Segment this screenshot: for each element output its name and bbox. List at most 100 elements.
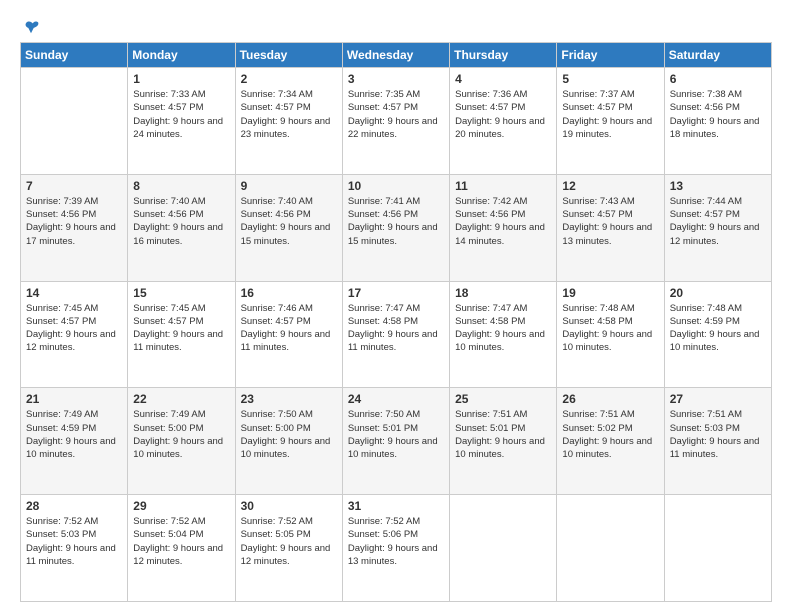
calendar-day-header: Tuesday <box>235 43 342 68</box>
day-info: Sunrise: 7:39 AMSunset: 4:56 PMDaylight:… <box>26 195 122 248</box>
day-info: Sunrise: 7:40 AMSunset: 4:56 PMDaylight:… <box>241 195 337 248</box>
calendar-day-cell: 2 Sunrise: 7:34 AMSunset: 4:57 PMDayligh… <box>235 68 342 175</box>
calendar-day-cell: 10 Sunrise: 7:41 AMSunset: 4:56 PMDaylig… <box>342 174 449 281</box>
calendar-day-cell: 15 Sunrise: 7:45 AMSunset: 4:57 PMDaylig… <box>128 281 235 388</box>
calendar-day-cell: 19 Sunrise: 7:48 AMSunset: 4:58 PMDaylig… <box>557 281 664 388</box>
day-number: 6 <box>670 72 766 86</box>
calendar-day-cell <box>21 68 128 175</box>
day-number: 24 <box>348 392 444 406</box>
day-number: 21 <box>26 392 122 406</box>
calendar-day-cell: 11 Sunrise: 7:42 AMSunset: 4:56 PMDaylig… <box>450 174 557 281</box>
day-info: Sunrise: 7:45 AMSunset: 4:57 PMDaylight:… <box>133 302 229 355</box>
day-info: Sunrise: 7:51 AMSunset: 5:02 PMDaylight:… <box>562 408 658 461</box>
day-number: 16 <box>241 286 337 300</box>
day-info: Sunrise: 7:35 AMSunset: 4:57 PMDaylight:… <box>348 88 444 141</box>
day-number: 27 <box>670 392 766 406</box>
calendar-day-header: Thursday <box>450 43 557 68</box>
calendar-day-header: Wednesday <box>342 43 449 68</box>
calendar-day-cell: 31 Sunrise: 7:52 AMSunset: 5:06 PMDaylig… <box>342 495 449 602</box>
calendar-day-cell: 24 Sunrise: 7:50 AMSunset: 5:01 PMDaylig… <box>342 388 449 495</box>
day-info: Sunrise: 7:49 AMSunset: 5:00 PMDaylight:… <box>133 408 229 461</box>
day-number: 18 <box>455 286 551 300</box>
calendar-day-cell: 4 Sunrise: 7:36 AMSunset: 4:57 PMDayligh… <box>450 68 557 175</box>
day-info: Sunrise: 7:51 AMSunset: 5:03 PMDaylight:… <box>670 408 766 461</box>
day-info: Sunrise: 7:50 AMSunset: 5:01 PMDaylight:… <box>348 408 444 461</box>
day-number: 2 <box>241 72 337 86</box>
calendar-day-cell <box>664 495 771 602</box>
day-number: 8 <box>133 179 229 193</box>
calendar-day-cell: 6 Sunrise: 7:38 AMSunset: 4:56 PMDayligh… <box>664 68 771 175</box>
day-number: 9 <box>241 179 337 193</box>
day-info: Sunrise: 7:46 AMSunset: 4:57 PMDaylight:… <box>241 302 337 355</box>
day-number: 17 <box>348 286 444 300</box>
day-number: 19 <box>562 286 658 300</box>
calendar-day-cell: 7 Sunrise: 7:39 AMSunset: 4:56 PMDayligh… <box>21 174 128 281</box>
day-number: 25 <box>455 392 551 406</box>
day-number: 4 <box>455 72 551 86</box>
calendar-day-cell: 27 Sunrise: 7:51 AMSunset: 5:03 PMDaylig… <box>664 388 771 495</box>
calendar-day-cell: 3 Sunrise: 7:35 AMSunset: 4:57 PMDayligh… <box>342 68 449 175</box>
day-number: 26 <box>562 392 658 406</box>
day-info: Sunrise: 7:41 AMSunset: 4:56 PMDaylight:… <box>348 195 444 248</box>
calendar-week-row: 28 Sunrise: 7:52 AMSunset: 5:03 PMDaylig… <box>21 495 772 602</box>
calendar-header-row: SundayMondayTuesdayWednesdayThursdayFrid… <box>21 43 772 68</box>
calendar-day-header: Friday <box>557 43 664 68</box>
calendar-day-cell: 14 Sunrise: 7:45 AMSunset: 4:57 PMDaylig… <box>21 281 128 388</box>
calendar-day-cell: 28 Sunrise: 7:52 AMSunset: 5:03 PMDaylig… <box>21 495 128 602</box>
calendar-day-cell <box>557 495 664 602</box>
day-number: 28 <box>26 499 122 513</box>
day-number: 23 <box>241 392 337 406</box>
calendar-day-cell: 12 Sunrise: 7:43 AMSunset: 4:57 PMDaylig… <box>557 174 664 281</box>
day-info: Sunrise: 7:45 AMSunset: 4:57 PMDaylight:… <box>26 302 122 355</box>
calendar-week-row: 21 Sunrise: 7:49 AMSunset: 4:59 PMDaylig… <box>21 388 772 495</box>
day-info: Sunrise: 7:34 AMSunset: 4:57 PMDaylight:… <box>241 88 337 141</box>
day-number: 11 <box>455 179 551 193</box>
day-info: Sunrise: 7:52 AMSunset: 5:03 PMDaylight:… <box>26 515 122 568</box>
calendar-day-cell: 23 Sunrise: 7:50 AMSunset: 5:00 PMDaylig… <box>235 388 342 495</box>
calendar-day-cell: 5 Sunrise: 7:37 AMSunset: 4:57 PMDayligh… <box>557 68 664 175</box>
day-number: 14 <box>26 286 122 300</box>
day-info: Sunrise: 7:49 AMSunset: 4:59 PMDaylight:… <box>26 408 122 461</box>
day-info: Sunrise: 7:51 AMSunset: 5:01 PMDaylight:… <box>455 408 551 461</box>
day-number: 10 <box>348 179 444 193</box>
calendar-day-header: Sunday <box>21 43 128 68</box>
calendar-day-cell: 26 Sunrise: 7:51 AMSunset: 5:02 PMDaylig… <box>557 388 664 495</box>
calendar-day-header: Monday <box>128 43 235 68</box>
calendar-day-cell: 21 Sunrise: 7:49 AMSunset: 4:59 PMDaylig… <box>21 388 128 495</box>
day-info: Sunrise: 7:33 AMSunset: 4:57 PMDaylight:… <box>133 88 229 141</box>
calendar-day-cell: 16 Sunrise: 7:46 AMSunset: 4:57 PMDaylig… <box>235 281 342 388</box>
calendar-week-row: 1 Sunrise: 7:33 AMSunset: 4:57 PMDayligh… <box>21 68 772 175</box>
calendar-day-cell: 1 Sunrise: 7:33 AMSunset: 4:57 PMDayligh… <box>128 68 235 175</box>
day-number: 5 <box>562 72 658 86</box>
day-number: 13 <box>670 179 766 193</box>
day-info: Sunrise: 7:52 AMSunset: 5:05 PMDaylight:… <box>241 515 337 568</box>
calendar-table: SundayMondayTuesdayWednesdayThursdayFrid… <box>20 42 772 602</box>
calendar-day-cell: 13 Sunrise: 7:44 AMSunset: 4:57 PMDaylig… <box>664 174 771 281</box>
day-number: 12 <box>562 179 658 193</box>
day-info: Sunrise: 7:48 AMSunset: 4:58 PMDaylight:… <box>562 302 658 355</box>
day-number: 7 <box>26 179 122 193</box>
calendar-day-cell: 30 Sunrise: 7:52 AMSunset: 5:05 PMDaylig… <box>235 495 342 602</box>
day-info: Sunrise: 7:36 AMSunset: 4:57 PMDaylight:… <box>455 88 551 141</box>
calendar-week-row: 7 Sunrise: 7:39 AMSunset: 4:56 PMDayligh… <box>21 174 772 281</box>
day-number: 20 <box>670 286 766 300</box>
calendar-week-row: 14 Sunrise: 7:45 AMSunset: 4:57 PMDaylig… <box>21 281 772 388</box>
day-number: 1 <box>133 72 229 86</box>
day-number: 3 <box>348 72 444 86</box>
header <box>20 16 772 34</box>
calendar-day-cell: 9 Sunrise: 7:40 AMSunset: 4:56 PMDayligh… <box>235 174 342 281</box>
calendar-day-cell: 17 Sunrise: 7:47 AMSunset: 4:58 PMDaylig… <box>342 281 449 388</box>
calendar-day-cell: 25 Sunrise: 7:51 AMSunset: 5:01 PMDaylig… <box>450 388 557 495</box>
day-info: Sunrise: 7:47 AMSunset: 4:58 PMDaylight:… <box>455 302 551 355</box>
day-info: Sunrise: 7:47 AMSunset: 4:58 PMDaylight:… <box>348 302 444 355</box>
day-info: Sunrise: 7:42 AMSunset: 4:56 PMDaylight:… <box>455 195 551 248</box>
day-info: Sunrise: 7:48 AMSunset: 4:59 PMDaylight:… <box>670 302 766 355</box>
day-info: Sunrise: 7:40 AMSunset: 4:56 PMDaylight:… <box>133 195 229 248</box>
calendar-day-cell: 22 Sunrise: 7:49 AMSunset: 5:00 PMDaylig… <box>128 388 235 495</box>
calendar-day-header: Saturday <box>664 43 771 68</box>
logo-bird-icon <box>22 20 40 34</box>
calendar-day-cell <box>450 495 557 602</box>
day-info: Sunrise: 7:44 AMSunset: 4:57 PMDaylight:… <box>670 195 766 248</box>
day-info: Sunrise: 7:37 AMSunset: 4:57 PMDaylight:… <box>562 88 658 141</box>
page: SundayMondayTuesdayWednesdayThursdayFrid… <box>0 0 792 612</box>
